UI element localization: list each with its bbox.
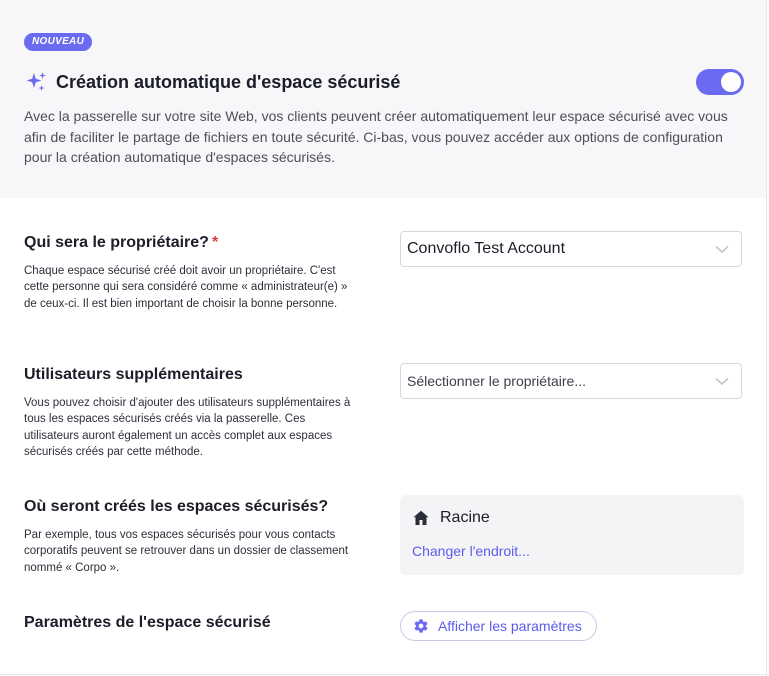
feature-description: Avec la passerelle sur votre site Web, v… bbox=[24, 108, 728, 165]
required-mark: * bbox=[211, 234, 219, 251]
show-settings-label: Afficher les paramètres bbox=[438, 618, 582, 634]
extra-users-placeholder: Sélectionner le propriétaire... bbox=[407, 373, 586, 389]
sparkles-icon bbox=[26, 72, 46, 91]
divider bbox=[766, 0, 767, 676]
extra-users-select[interactable]: Sélectionner le propriétaire... bbox=[400, 363, 742, 399]
feature-header: NOUVEAU Création automatique d'espace sé… bbox=[0, 0, 766, 198]
home-icon bbox=[413, 510, 429, 525]
title-row: Création automatique d'espace sécurisé bbox=[24, 68, 400, 96]
owner-label: Qui sera le propriétaire? * bbox=[24, 234, 218, 252]
new-badge: NOUVEAU bbox=[24, 33, 93, 51]
current-location: Racine bbox=[412, 509, 490, 527]
show-settings-button[interactable]: Afficher les paramètres bbox=[400, 611, 597, 641]
chevron-down-icon bbox=[715, 377, 729, 386]
owner-select-value: Convoflo Test Account bbox=[407, 240, 566, 257]
page: NOUVEAU Création automatique d'espace sé… bbox=[0, 0, 769, 676]
divider bbox=[0, 674, 766, 675]
auto-creation-toggle[interactable] bbox=[696, 69, 744, 95]
owner-label-text: Qui sera le propriétaire? bbox=[24, 234, 209, 251]
chevron-down-icon bbox=[715, 245, 729, 254]
location-box: Racine Changer l'endroit... bbox=[400, 495, 744, 575]
owner-select[interactable]: Convoflo Test Account bbox=[400, 231, 742, 267]
location-description: Par exemple, tous vos espaces sécurisés … bbox=[24, 529, 349, 574]
extra-users-description: Vous pouvez choisir d'ajouter des utilis… bbox=[24, 397, 351, 458]
toggle-knob bbox=[721, 72, 741, 92]
settings-label: Paramètres de l'espace sécurisé bbox=[24, 614, 271, 631]
change-location-link[interactable]: Changer l'endroit... bbox=[412, 543, 530, 559]
owner-description: Chaque espace sécurisé créé doit avoir u… bbox=[24, 265, 348, 310]
extra-users-label: Utilisateurs supplémentaires bbox=[24, 366, 243, 383]
current-location-name: Racine bbox=[440, 509, 490, 526]
location-label: Où seront créés les espaces sécurisés? bbox=[24, 498, 329, 515]
gear-icon bbox=[414, 619, 428, 633]
page-title: Création automatique d'espace sécurisé bbox=[56, 71, 401, 92]
